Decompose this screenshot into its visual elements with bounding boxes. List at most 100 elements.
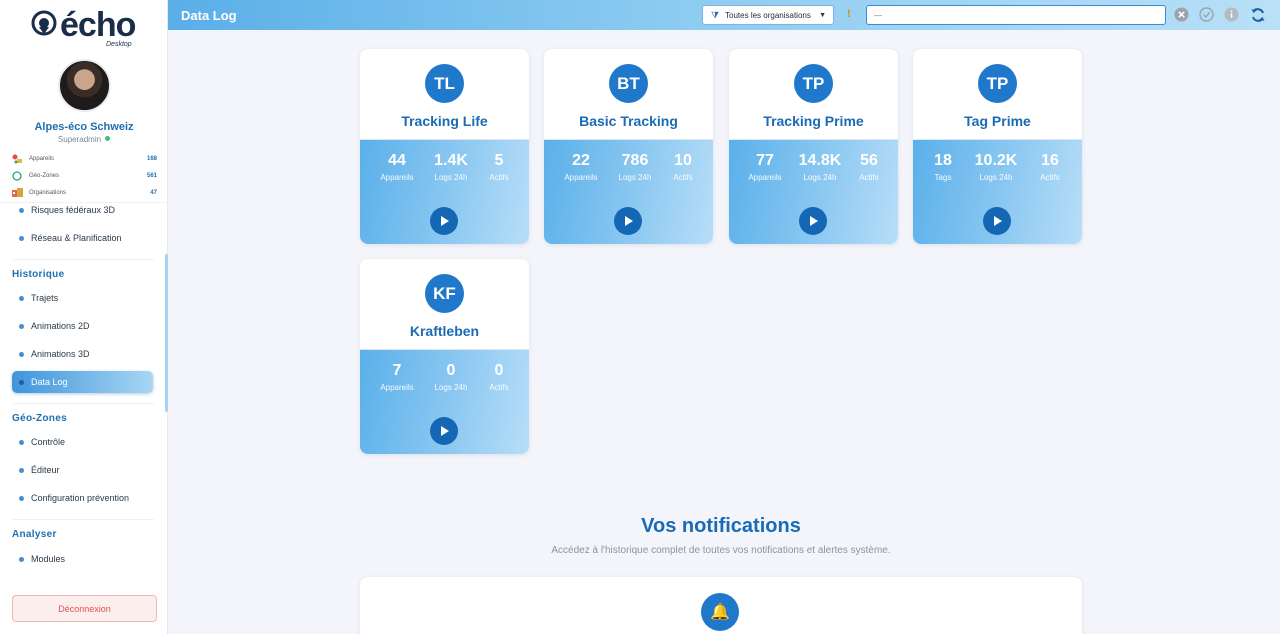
module-badge: TL xyxy=(425,64,464,103)
bullet-icon xyxy=(19,351,24,357)
sidebar-item-trajets[interactable]: Trajets xyxy=(12,287,153,309)
bell-icon: 🔔 xyxy=(701,593,739,631)
search-input[interactable]: — xyxy=(866,5,1166,25)
module-card-tag-prime[interactable]: TP Tag Prime 18 Tags 10.2K Logs 24h 16 Acti… xyxy=(913,49,1082,244)
module-card-tracking-life[interactable]: TL Tracking Life 44 Appareils 1.4K Logs 24… xyxy=(360,49,529,244)
stat-row-devices[interactable]: Appareils 168 xyxy=(12,153,157,165)
metric-label: Appareils xyxy=(564,173,598,182)
sidebar-item-risques-federaux-3d[interactable]: Risques fédéraux 3D xyxy=(12,203,153,221)
organisation-select[interactable]: ⧩ Toutes les organisations ▼ xyxy=(702,5,834,25)
module-badge: TP xyxy=(794,64,833,103)
sidebar-item-label: Animations 2D xyxy=(31,321,90,331)
info-icon[interactable] xyxy=(1224,7,1239,22)
metric-value: 0 xyxy=(494,362,504,379)
metric-label: Logs 24h xyxy=(803,173,837,182)
module-stats: 44 Appareils 1.4K Logs 24h 5 Actifs xyxy=(360,139,529,244)
clear-icon[interactable] xyxy=(1174,7,1189,22)
metric: 14.8K Logs 24h xyxy=(792,152,848,182)
stat-value: 168 xyxy=(146,156,157,162)
bullet-icon xyxy=(19,295,24,301)
module-title: Tracking Prime xyxy=(763,113,864,129)
sidebar-item-reseau-planification[interactable]: Réseau & Planification xyxy=(12,227,153,249)
check-icon[interactable] xyxy=(1199,7,1214,22)
metric-label: Actifs xyxy=(673,173,693,182)
metric-value: 18 xyxy=(934,152,952,169)
sidebar-item-data-log[interactable]: Data Log xyxy=(12,371,153,393)
bullet-icon xyxy=(19,439,24,445)
play-button[interactable] xyxy=(430,207,458,235)
metric-label: Actifs xyxy=(489,383,509,392)
bullet-icon xyxy=(19,467,24,473)
bullet-icon xyxy=(19,323,24,329)
section-title-analyser: Analyser xyxy=(12,529,57,540)
sidebar-item-configuration-prevention[interactable]: Configuration prévention xyxy=(12,487,153,509)
notifications-subtitle: Accédez à l'historique complet de toutes… xyxy=(551,545,891,556)
module-card-kraftleben[interactable]: KF Kraftleben 7 Appareils 0 Logs 24h 0 Acti… xyxy=(360,259,529,454)
avatar[interactable] xyxy=(58,59,111,112)
play-button[interactable] xyxy=(430,417,458,445)
refresh-icon[interactable] xyxy=(1250,7,1266,23)
play-button[interactable] xyxy=(983,207,1011,235)
module-title: Basic Tracking xyxy=(579,113,678,129)
bullet-icon xyxy=(19,235,24,241)
app-logo[interactable]: écho Desktop xyxy=(30,6,140,50)
module-card-basic-tracking[interactable]: BT Basic Tracking 22 Appareils 786 Logs 24… xyxy=(544,49,713,244)
section-title-geozones: Géo-Zones xyxy=(12,413,67,424)
metric: 56 Actifs xyxy=(841,152,897,182)
metric: 10 Actifs xyxy=(655,152,711,182)
module-title: Tag Prime xyxy=(964,113,1031,129)
module-title: Kraftleben xyxy=(409,323,480,339)
bullet-icon xyxy=(19,379,24,385)
warning-icon[interactable]: ! xyxy=(847,8,851,20)
sidebar-item-label: Configuration prévention xyxy=(31,493,130,503)
module-title: Tracking Life xyxy=(401,113,488,129)
metric-label: Actifs xyxy=(489,173,509,182)
metric: 7 Appareils xyxy=(369,362,425,392)
module-stats: 22 Appareils 786 Logs 24h 10 Actifs xyxy=(544,139,713,244)
metric-value: 7 xyxy=(392,362,402,379)
metric-value: 56 xyxy=(860,152,878,169)
metric: 77 Appareils xyxy=(737,152,793,182)
sidebar: écho Desktop Alpes-éco Schweiz Superadmi… xyxy=(0,0,168,634)
sidebar-item-controle[interactable]: Contrôle xyxy=(12,431,153,453)
logo-text: écho xyxy=(60,6,136,44)
sidebar-item-animations-2d[interactable]: Animations 2D xyxy=(12,315,153,337)
play-button[interactable] xyxy=(799,207,827,235)
module-card-tracking-prime[interactable]: TP Tracking Prime 77 Appareils 14.8K Logs … xyxy=(729,49,898,244)
metric-label: Appareils xyxy=(380,383,414,392)
metric-value: 16 xyxy=(1041,152,1059,169)
module-stats: 77 Appareils 14.8K Logs 24h 56 Actifs xyxy=(729,139,898,244)
sidebar-item-label: Data Log xyxy=(31,377,68,387)
sidebar-item-label: Risques fédéraux 3D xyxy=(31,205,116,215)
profile-role: Superadmin xyxy=(0,135,168,144)
logout-button[interactable]: Déconnexion xyxy=(12,595,157,622)
stat-row-organisations[interactable]: Organisations 47 xyxy=(12,187,157,199)
sidebar-item-animations-3d[interactable]: Animations 3D xyxy=(12,343,153,365)
sidebar-item-label: Animations 3D xyxy=(31,349,90,359)
sidebar-scrollbar[interactable] xyxy=(165,254,168,412)
divider xyxy=(12,519,154,520)
metric-label: Logs 24h xyxy=(979,173,1013,182)
metric-label: Appareils xyxy=(748,173,782,182)
metric-value: 14.8K xyxy=(798,152,842,169)
organisations-icon xyxy=(12,188,23,197)
sidebar-nav[interactable]: Risques fédéraux 3D Réseau & Planificati… xyxy=(0,202,168,578)
chevron-down-icon: ▼ xyxy=(819,11,826,19)
sidebar-item-label: Contrôle xyxy=(31,437,66,447)
sidebar-item-modules[interactable]: Modules xyxy=(12,548,153,570)
metric: 44 Appareils xyxy=(369,152,425,182)
metric-label: Actifs xyxy=(1040,173,1060,182)
stat-label: Organisations xyxy=(29,190,67,196)
play-button[interactable] xyxy=(614,207,642,235)
module-badge: BT xyxy=(609,64,648,103)
stat-label: Géo-Zones xyxy=(29,173,60,179)
metric: 22 Appareils xyxy=(553,152,609,182)
notifications-card[interactable]: 🔔 xyxy=(360,577,1082,634)
sidebar-item-editeur[interactable]: Éditeur xyxy=(12,459,153,481)
sidebar-item-label: Réseau & Planification xyxy=(31,233,122,243)
bullet-icon xyxy=(19,556,24,562)
metric-label: Actifs xyxy=(859,173,879,182)
notifications-title: Vos notifications xyxy=(641,515,801,537)
stat-row-geozones[interactable]: Géo-Zones 561 xyxy=(12,170,157,182)
echo-logo-icon xyxy=(31,10,57,36)
